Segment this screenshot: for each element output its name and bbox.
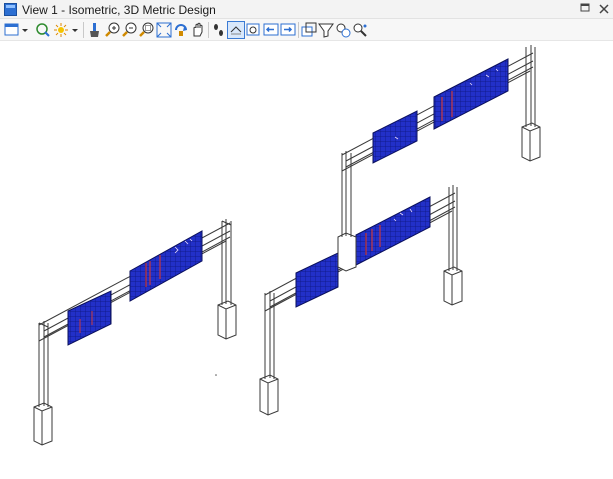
sign-panel — [355, 196, 431, 266]
sign-panel — [67, 290, 112, 346]
view-attributes-icon[interactable] — [3, 21, 21, 39]
close-icon[interactable] — [596, 1, 612, 17]
view-title-bar: View 1 - Isometric, 3D Metric Design — [0, 0, 613, 19]
sign-panel — [433, 58, 509, 130]
zoom-out-icon[interactable] — [121, 21, 139, 39]
view-toolbar — [0, 19, 613, 41]
rotate-view-icon[interactable] — [172, 21, 190, 39]
view-previous-icon[interactable] — [227, 21, 245, 39]
restore-icon[interactable] — [577, 1, 593, 17]
view-next-icon[interactable] — [245, 21, 263, 39]
sign-structure-left — [33, 219, 237, 446]
sign-structure-middle — [259, 185, 463, 416]
camera-icon[interactable] — [317, 21, 335, 39]
zoom-in-icon[interactable] — [104, 21, 122, 39]
view-title: View 1 - Isometric, 3D Metric Design — [22, 3, 216, 17]
fit-view-icon[interactable] — [155, 21, 173, 39]
sign-panel — [372, 110, 418, 164]
pan-view-icon[interactable] — [189, 21, 207, 39]
toolbar-separator — [83, 22, 84, 38]
view-window-icon — [4, 3, 17, 16]
window-area-icon[interactable] — [138, 21, 156, 39]
view-display-mode-icon[interactable] — [34, 21, 52, 39]
isometric-model-view — [33, 45, 541, 446]
model-point — [215, 374, 217, 376]
lighting-icon[interactable] — [52, 21, 70, 39]
clip-mask-icon[interactable] — [300, 21, 318, 39]
sign-panel — [295, 252, 339, 308]
toolbar-separator — [208, 22, 209, 38]
clear-brush-icon[interactable] — [86, 21, 104, 39]
sign-panel — [129, 230, 203, 302]
walk-icon[interactable] — [210, 21, 228, 39]
view-canvas[interactable] — [0, 41, 613, 479]
section-icon[interactable] — [334, 21, 352, 39]
clip-volume-icon[interactable] — [279, 21, 297, 39]
display-style-icon[interactable] — [351, 21, 369, 39]
chevron-down-icon[interactable] — [70, 21, 80, 39]
chevron-down-icon[interactable] — [20, 21, 30, 39]
copy-view-icon[interactable] — [262, 21, 280, 39]
toolbar-separator — [298, 22, 299, 38]
